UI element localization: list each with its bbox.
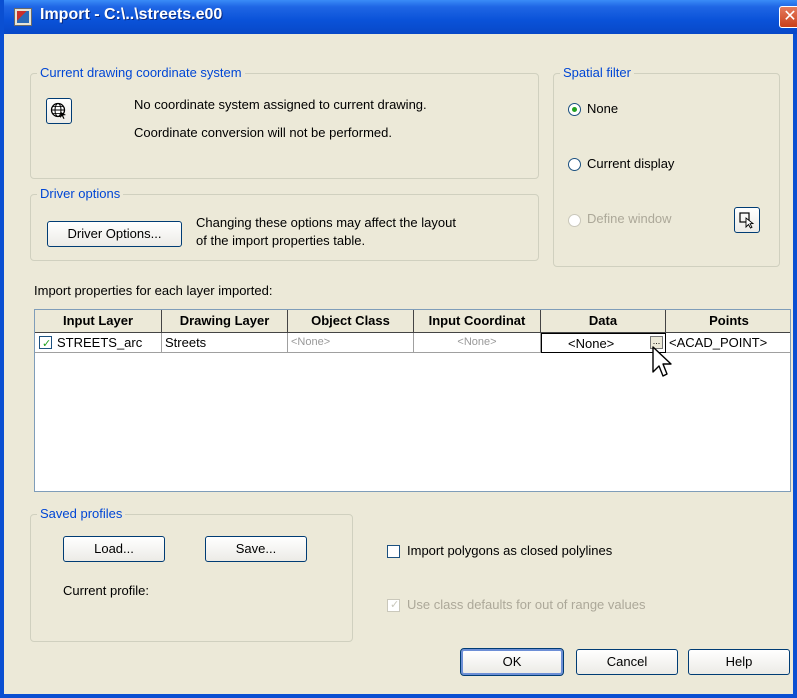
driver-options-note-2: of the import properties table. <box>196 233 366 248</box>
table-header: Input Layer Drawing Layer Object Class I… <box>35 310 790 333</box>
col-points[interactable]: Points <box>666 310 790 332</box>
coord-system-message: No coordinate system assigned to current… <box>134 97 427 112</box>
driver-options-note-1: Changing these options may affect the la… <box>196 215 456 230</box>
data-value: <None> <box>568 336 615 351</box>
radio-current-display[interactable] <box>568 158 581 171</box>
import-dialog: Import - C:\..\streets.e00 ✕ Current dra… <box>0 0 797 698</box>
input-layer-cell[interactable]: ✓ STREETS_arc <box>35 333 162 353</box>
col-drawing-layer[interactable]: Drawing Layer <box>162 310 288 332</box>
driver-options-button[interactable]: Driver Options... <box>47 221 182 247</box>
globe-icon <box>50 102 66 119</box>
help-button[interactable]: Help <box>688 649 790 675</box>
driver-options-legend: Driver options <box>37 186 124 201</box>
check-icon: ✓ <box>390 599 400 611</box>
window-title: Import - C:\..\streets.e00 <box>40 6 223 23</box>
mouse-pointer-icon <box>652 346 672 377</box>
cancel-button[interactable]: Cancel <box>576 649 678 675</box>
radio-none[interactable] <box>568 103 581 116</box>
class-defaults-checkbox: ✓ <box>387 599 400 612</box>
data-cell[interactable]: <None> ... <box>541 333 666 353</box>
radio-define-window <box>568 214 581 227</box>
coord-system-legend: Current drawing coordinate system <box>37 65 245 80</box>
load-button[interactable]: Load... <box>63 536 165 562</box>
col-object-class[interactable]: Object Class <box>288 310 414 332</box>
spatial-filter-legend: Spatial filter <box>560 65 634 80</box>
save-button[interactable]: Save... <box>205 536 307 562</box>
object-class-cell[interactable]: <None> <box>288 333 414 353</box>
radio-define-window-label: Define window <box>587 211 672 226</box>
app-icon <box>14 8 32 26</box>
input-layer-value: STREETS_arc <box>57 335 143 350</box>
layer-checkbox[interactable]: ✓ <box>39 336 52 350</box>
select-window-icon <box>739 212 755 229</box>
saved-profiles-group: Saved profiles <box>30 506 353 642</box>
current-profile-label: Current profile: <box>63 583 149 598</box>
import-properties-label: Import properties for each layer importe… <box>34 283 273 298</box>
title-bar[interactable]: Import - C:\..\streets.e00 ✕ <box>4 0 797 34</box>
coord-conversion-message: Coordinate conversion will not be perfor… <box>134 125 392 140</box>
input-coordinate-cell[interactable]: <None> <box>414 333 541 353</box>
radio-current-display-label[interactable]: Current display <box>587 156 674 171</box>
closed-polylines-label[interactable]: Import polygons as closed polylines <box>407 543 612 558</box>
radio-none-label[interactable]: None <box>587 101 618 116</box>
class-defaults-label: Use class defaults for out of range valu… <box>407 597 646 612</box>
col-input-layer[interactable]: Input Layer <box>35 310 162 332</box>
saved-profiles-legend: Saved profiles <box>37 506 126 521</box>
import-properties-table[interactable]: Input Layer Drawing Layer Object Class I… <box>34 309 791 492</box>
coord-system-button[interactable] <box>46 98 72 124</box>
points-cell[interactable]: <ACAD_POINT> <box>666 333 790 353</box>
close-button[interactable]: ✕ <box>779 6 797 28</box>
col-input-coordinate[interactable]: Input Coordinat <box>414 310 541 332</box>
check-icon: ✓ <box>42 338 52 350</box>
define-window-button[interactable] <box>734 207 760 233</box>
closed-polylines-checkbox[interactable] <box>387 545 400 558</box>
drawing-layer-cell[interactable]: Streets <box>162 333 288 353</box>
col-data[interactable]: Data <box>541 310 666 332</box>
ok-button[interactable]: OK <box>460 648 564 676</box>
